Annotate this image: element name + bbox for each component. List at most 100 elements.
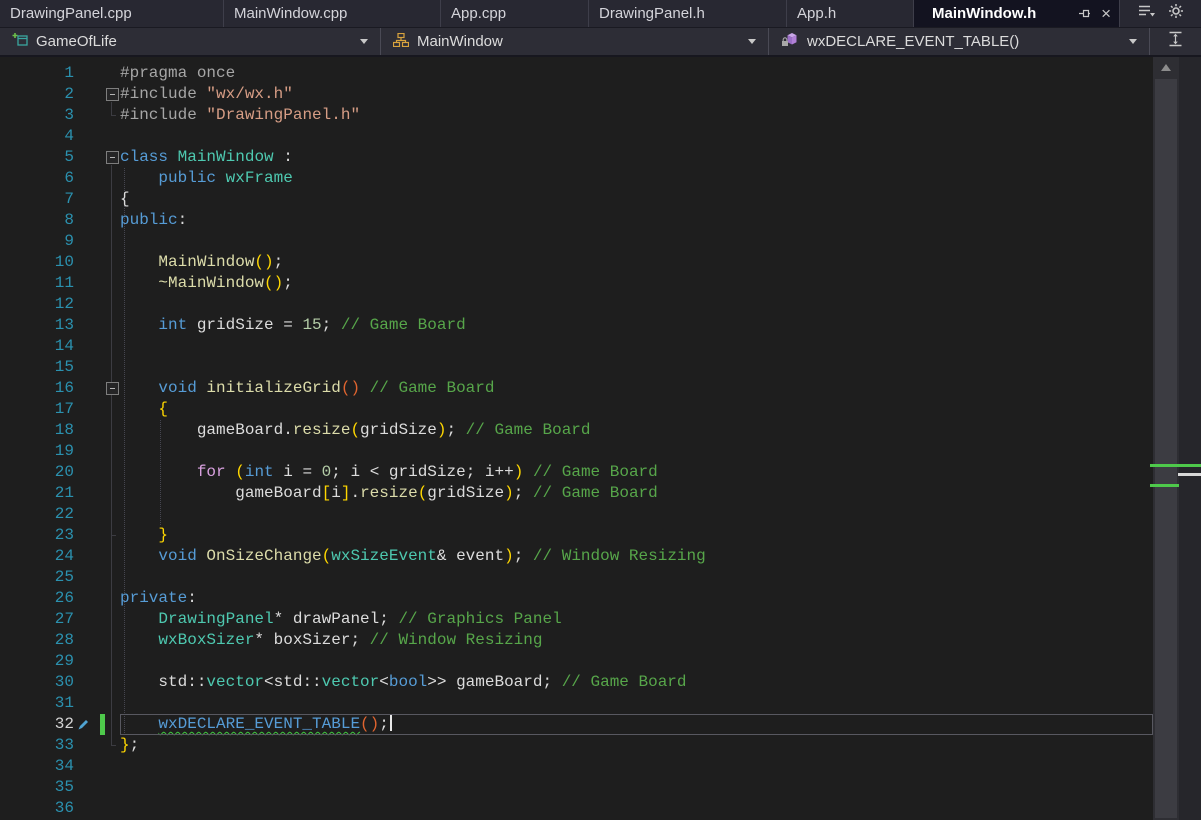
class-icon: [393, 33, 409, 51]
code-text[interactable]: std::vector<std::vector<bool>> gameBoard…: [120, 672, 1153, 693]
glyph-margin: [74, 357, 120, 378]
tab-drawingpanel-h[interactable]: DrawingPanel.h: [589, 0, 787, 27]
code-text[interactable]: public:: [120, 210, 1153, 231]
code-text[interactable]: };: [120, 735, 1153, 756]
code-line: 6 public wxFrame: [0, 168, 1153, 189]
code-text[interactable]: for (int i = 0; i < gridSize; i++) // Ga…: [120, 462, 1153, 483]
member-dropdown[interactable]: wxDECLARE_EVENT_TABLE(): [769, 28, 1150, 55]
scroll-annotation-change: [1150, 484, 1179, 487]
glyph-margin: [74, 714, 120, 735]
tab-label: DrawingPanel.h: [599, 5, 705, 22]
code-editor[interactable]: 1#pragma once2#include "wx/wx.h"3#includ…: [0, 57, 1153, 820]
project-dropdown-value: GameOfLife: [36, 33, 117, 50]
code-text[interactable]: void initializeGrid() // Game Board: [120, 378, 1153, 399]
glyph-margin: [74, 567, 120, 588]
code-text[interactable]: gameBoard.resize(gridSize); // Game Boar…: [120, 420, 1153, 441]
code-line: 1 #pragma once: [0, 63, 1153, 84]
tab-drawingpanel-cpp[interactable]: DrawingPanel.cpp: [0, 0, 224, 27]
settings-gear-icon[interactable]: [1168, 3, 1184, 24]
code-text[interactable]: private:: [120, 588, 1153, 609]
code-text[interactable]: #pragma once: [120, 63, 1153, 84]
tab-label: App.cpp: [451, 5, 506, 22]
code-line: 15: [0, 357, 1153, 378]
tab-label: MainWindow.h: [932, 5, 1036, 22]
glyph-margin: [74, 630, 120, 651]
type-dropdown[interactable]: MainWindow: [381, 28, 769, 55]
code-line: 2#include "wx/wx.h": [0, 84, 1153, 105]
code-text[interactable]: [120, 798, 1153, 819]
project-dropdown[interactable]: GameOfLife: [0, 28, 381, 55]
scrollbar-up-button[interactable]: [1161, 64, 1171, 71]
code-text[interactable]: wxBoxSizer* boxSizer; // Window Resizing: [120, 630, 1153, 651]
glyph-margin: [74, 546, 120, 567]
code-text[interactable]: public wxFrame: [120, 168, 1153, 189]
glyph-margin: [74, 525, 120, 546]
code-text[interactable]: [120, 357, 1153, 378]
code-text[interactable]: void OnSizeChange(wxSizeEvent& event); /…: [120, 546, 1153, 567]
scrollbar-thumb[interactable]: [1155, 79, 1177, 818]
code-line: 26private:: [0, 588, 1153, 609]
tab-label: App.h: [797, 5, 836, 22]
code-text[interactable]: ~MainWindow();: [120, 273, 1153, 294]
scrollbar[interactable]: [1153, 57, 1179, 820]
line-number: 7: [0, 189, 74, 210]
glyph-margin: [74, 63, 120, 84]
close-icon[interactable]: ×: [1101, 5, 1111, 22]
code-line: 21 gameBoard[i].resize(gridSize); // Gam…: [0, 483, 1153, 504]
toggle-header-code-icon[interactable]: [1168, 31, 1183, 52]
fold-collapse-button[interactable]: [106, 151, 119, 164]
line-number: 23: [0, 525, 74, 546]
line-number: 27: [0, 609, 74, 630]
code-text[interactable]: MainWindow();: [120, 252, 1153, 273]
tab-app-cpp[interactable]: App.cpp: [441, 0, 589, 27]
code-text[interactable]: [120, 126, 1153, 147]
code-text[interactable]: [120, 294, 1153, 315]
macro-lock-icon: [781, 32, 799, 51]
line-number: 19: [0, 441, 74, 462]
glyph-margin: [74, 441, 120, 462]
code-text[interactable]: {: [120, 399, 1153, 420]
tab-app-h[interactable]: App.h: [787, 0, 914, 27]
code-text[interactable]: [120, 651, 1153, 672]
pin-icon[interactable]: [1078, 7, 1091, 20]
code-text[interactable]: int gridSize = 15; // Game Board: [120, 315, 1153, 336]
tab-mainwindow-h[interactable]: MainWindow.h ×: [914, 0, 1120, 27]
code-line: 13 int gridSize = 15; // Game Board: [0, 315, 1153, 336]
glyph-margin: [74, 462, 120, 483]
tab-label: MainWindow.cpp: [234, 5, 347, 22]
line-number: 28: [0, 630, 74, 651]
code-text[interactable]: class MainWindow :: [120, 147, 1153, 168]
code-text[interactable]: [120, 231, 1153, 252]
code-line: 36: [0, 798, 1153, 819]
glyph-margin: [74, 693, 120, 714]
line-number: 5: [0, 147, 74, 168]
active-documents-dropdown-icon[interactable]: [1138, 4, 1156, 23]
code-text[interactable]: {: [120, 189, 1153, 210]
glyph-margin: [74, 126, 120, 147]
code-line: 24 void OnSizeChange(wxSizeEvent& event)…: [0, 546, 1153, 567]
code-text[interactable]: [120, 336, 1153, 357]
code-text[interactable]: [120, 567, 1153, 588]
code-text[interactable]: wxDECLARE_EVENT_TABLE();: [120, 714, 1153, 735]
code-line: 30 std::vector<std::vector<bool>> gameBo…: [0, 672, 1153, 693]
fold-collapse-button[interactable]: [106, 382, 119, 395]
code-text[interactable]: DrawingPanel* drawPanel; // Graphics Pan…: [120, 609, 1153, 630]
code-text[interactable]: #include "wx/wx.h": [120, 84, 1153, 105]
fold-collapse-button[interactable]: [106, 88, 119, 101]
line-number: 8: [0, 210, 74, 231]
code-text[interactable]: [120, 504, 1153, 525]
glyph-margin: [74, 252, 120, 273]
tab-mainwindow-cpp[interactable]: MainWindow.cpp: [224, 0, 441, 27]
code-text[interactable]: [120, 441, 1153, 462]
line-number: 1: [0, 63, 74, 84]
code-text[interactable]: #include "DrawingPanel.h": [120, 105, 1153, 126]
code-text[interactable]: [120, 756, 1153, 777]
scroll-annotation-caret: [1178, 473, 1201, 476]
line-number: 30: [0, 672, 74, 693]
code-text[interactable]: [120, 693, 1153, 714]
code-text[interactable]: [120, 777, 1153, 798]
code-text[interactable]: gameBoard[i].resize(gridSize); // Game B…: [120, 483, 1153, 504]
chevron-down-icon: [360, 39, 368, 44]
glyph-margin: [74, 378, 120, 399]
code-text[interactable]: }: [120, 525, 1153, 546]
